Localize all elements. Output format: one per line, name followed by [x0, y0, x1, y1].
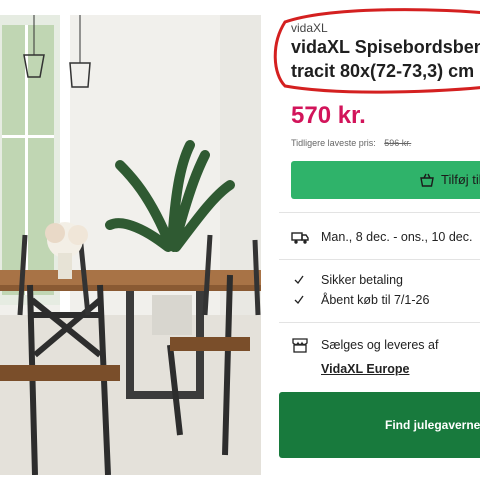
check-icon — [294, 295, 304, 305]
divider — [279, 322, 480, 323]
promo-label: Find julegaverne — [385, 418, 480, 432]
benefit-text: Sikker betaling — [321, 273, 403, 287]
brand-name[interactable]: vidaXL — [291, 21, 328, 35]
product-title-line-1: vidaXL Spisebordsben — [291, 37, 480, 57]
divider — [279, 212, 480, 213]
product-price: 570 kr. — [291, 102, 366, 129]
seller-link[interactable]: VidaXL Europe — [321, 362, 409, 376]
previous-lowest-price: Tidligere laveste pris: 596 kr. — [291, 138, 411, 148]
check-icon — [294, 275, 304, 285]
product-info-panel: vidaXL vidaXL Spisebordsben tracit 80x(7… — [273, 0, 480, 480]
add-to-cart-button[interactable]: Tilføj til — [291, 161, 480, 199]
add-to-cart-label: Tilføj til — [441, 172, 480, 187]
product-title-line-2: tracit 80x(72-73,3) cm — [291, 61, 475, 81]
shop-icon — [292, 338, 308, 353]
product-image[interactable] — [0, 15, 261, 475]
divider — [279, 259, 480, 260]
truck-icon — [291, 232, 309, 244]
product-title: vidaXL Spisebordsben tracit 80x(72-73,3)… — [291, 35, 480, 83]
previous-price-label: Tidligere laveste pris: — [291, 138, 376, 148]
benefit-text: Åbent køb til 7/1-26 — [321, 293, 430, 307]
previous-price-value: 596 kr. — [384, 138, 412, 148]
seller-label: Sælges og leveres af — [321, 338, 439, 352]
basket-icon — [420, 173, 434, 187]
christmas-gifts-banner[interactable]: Find julegaverne — [279, 392, 480, 458]
delivery-text: Man., 8 dec. - ons., 10 dec. — [321, 230, 473, 244]
